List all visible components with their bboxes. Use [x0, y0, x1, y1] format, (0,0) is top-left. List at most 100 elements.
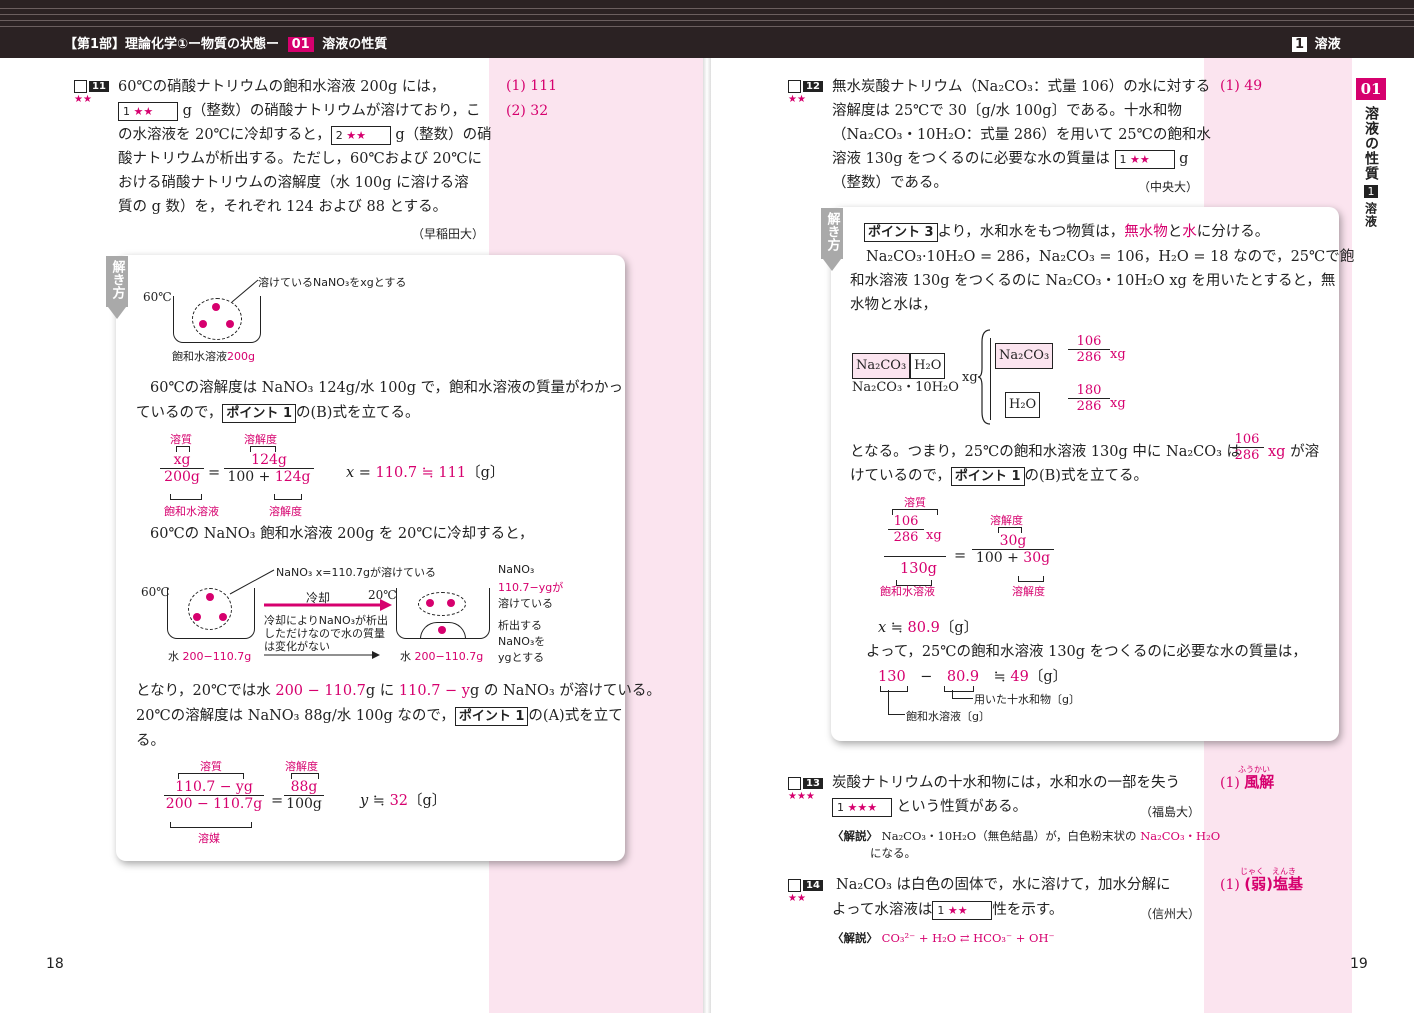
d1-dot [212, 303, 220, 311]
q11-blank2[interactable]: 2 ★★ [330, 125, 391, 145]
sol11-p4: となり，20℃では水 200 − 110.7g に 110.7 − yg の N… [136, 683, 661, 699]
split-frac2: 180 286 [1068, 383, 1110, 414]
q12-line3: （Na₂CO₃・10H₂O：式量 286）を用いて 25℃の飽和水 [832, 127, 1211, 143]
sidebar-chapter-title: 溶液の性質 [1363, 106, 1379, 181]
f1-equals: = [208, 465, 221, 481]
bracket [170, 822, 252, 828]
f2-top-label: 溶質 [200, 760, 222, 773]
d2-right-2: 110.7−ygが [498, 581, 564, 594]
point3-label: ポイント 3 [864, 223, 938, 242]
d2-cooling-arrow-icon [264, 599, 392, 611]
q14-line1: Na₂CO₃ は白色の固体で，水に溶けて，加水分解に [836, 877, 1171, 893]
sol11-p3: 60℃の NaNO₃ 飽和水溶液 200g を 20℃に冷却すると， [150, 526, 534, 542]
sol12-p4: 水物と水は， [850, 297, 937, 313]
d2-label1: NaNO₃ x=110.7gが溶けている [276, 566, 436, 579]
f1-bottom-label: 飽和水溶液 [164, 505, 219, 518]
point1-label: ポイント 1 [222, 404, 296, 423]
split-na2co3: Na₂CO₃ [995, 343, 1054, 369]
d2-right-4: 析出する [498, 619, 542, 632]
q12-line1: 無水炭酸ナトリウム（Na₂CO₃：式量 106）の水に対する [832, 79, 1211, 95]
sol12-p3: 和水溶液 130g をつくるのに Na₂CO₃・10H₂O xg を用いたとする… [850, 273, 1336, 289]
q14-stars: ★★ [788, 893, 806, 904]
f2-bottom-label: 溶媒 [198, 832, 220, 845]
d2-leader-line [229, 569, 275, 595]
d2-note: 冷却によりNaNO₃が析出しただけなので水の質量は変化がない [264, 614, 389, 653]
q11-blank1[interactable]: 1 ★★ [118, 101, 178, 121]
checkbox-icon [788, 79, 801, 93]
f2-result: y ≒ 32〔g〕 [360, 793, 447, 809]
sol11-p2: ているので， ポイント 1 の(B)式を立てる。 [136, 404, 420, 423]
calc-label-used: 用いた十水和物〔g〕 [974, 693, 1080, 706]
sidebar-section-num: 1 [1364, 185, 1378, 198]
sol12-result1: x ≒ 80.9〔g〕 [878, 620, 979, 636]
sol12-p7: よって，25℃の飽和水溶液 130g をつくるのに必要な水の質量は， [866, 644, 1307, 660]
f1-right-bottom-label: 溶解度 [269, 505, 302, 518]
header-right: 1 溶液 [1292, 33, 1341, 52]
point1-label: ポイント 1 [454, 707, 529, 726]
q14-answer: (1) (弱)塩基 [1220, 875, 1303, 893]
q14-source: （信州大） [1140, 907, 1201, 921]
checkbox-icon [74, 79, 87, 93]
leader-line [888, 690, 905, 715]
q11-line6: 質の g 数）を，それぞれ 124 および 88 とする。 [118, 199, 448, 215]
d1-dot [226, 320, 234, 328]
header-left: 【第1部】理論化学①ー物質の状態ー 01 溶液の性質 [64, 33, 387, 52]
page-header: 【第1部】理論化学①ー物質の状態ー 01 溶液の性質 1 溶液 [0, 0, 1414, 58]
split-frac1-x: xg [1110, 347, 1126, 362]
d2-dot [438, 626, 446, 634]
sidebar-section-title: 溶液 [1363, 202, 1378, 228]
d1-dot [199, 320, 207, 328]
q12-blank1[interactable]: 1 ★★ [1114, 149, 1175, 169]
book-gutter [703, 58, 711, 1013]
bracket [274, 494, 302, 500]
q11-answer1: (1) 111 [506, 78, 558, 94]
sol11-p6: る。 [136, 733, 165, 749]
q12-answer1: (1) 49 [1220, 78, 1263, 94]
page-number-right: 19 [1350, 956, 1368, 972]
q14-marker: 14 [788, 878, 823, 892]
header-part-title: 【第1部】理論化学①ー物質の状態ー [64, 37, 280, 52]
header-chapter-num: 01 [287, 37, 314, 52]
f3-inner-fraction: 106 286 [888, 514, 924, 545]
q11-answer2: (2) 32 [506, 103, 549, 119]
split-frac2-x: xg [1110, 396, 1126, 411]
f1-result: x = 110.7 ≒ 111〔g〕 [346, 465, 505, 481]
q14-line2: よって水溶液は 1 ★★ 性を示す。 [832, 900, 1064, 920]
d2-right-6: ygとする [498, 651, 545, 664]
f3-top-label: 溶質 [904, 496, 926, 509]
d2-temp1: 60℃ [141, 585, 170, 599]
q11-solution-tab: 解き方 [106, 256, 128, 319]
bracket [170, 494, 202, 500]
d2-right-5: NaNO₃を [498, 635, 546, 648]
q13-answer: (1) 風解 [1220, 773, 1275, 791]
d2-dot [219, 613, 227, 621]
split-frac1: 106 286 [1068, 334, 1110, 365]
sol11-p1: 60℃の溶解度は NaNO₃ 124g/水 100g で，飽和水溶液の質量がわか… [150, 380, 624, 396]
checkbox-icon [788, 776, 801, 790]
q13-marker: 13 [788, 776, 823, 790]
f3-inner-x: xg [926, 528, 942, 543]
point1-label: ポイント 1 [950, 467, 1025, 486]
q13-blank1[interactable]: 1 ★★★ [832, 797, 892, 817]
q11-solution-card [116, 255, 625, 861]
page-number-left: 18 [46, 956, 64, 972]
q12-marker: 12 [788, 79, 823, 93]
header-section-title: 溶液 [1314, 37, 1341, 52]
f2-right-fraction: 88g 100g [284, 779, 324, 812]
f3-equals: = [954, 548, 967, 564]
header-chapter-title: 溶液の性質 [322, 37, 388, 52]
f3-right-top-label: 溶解度 [990, 514, 1023, 527]
q12-stars: ★★ [788, 94, 806, 105]
d2-water2: 水 200−110.7g [400, 650, 484, 663]
q13-source: （福島大） [1140, 805, 1201, 819]
q11-line1: 60℃の硝酸ナトリウムの飽和水溶液 200g には， [118, 79, 446, 95]
sol12-p5: となる。つまり，25℃の飽和水溶液 130g 中に Na₂CO₃ は [850, 444, 1242, 460]
f1-top-label: 溶質 [170, 433, 192, 446]
d2-water1: 水 200−110.7g [168, 650, 252, 663]
leader-line [952, 690, 973, 699]
q11-line4: 酸ナトリウムが析出する。ただし，60℃および 20℃に [118, 151, 482, 167]
f2-equals: = [271, 793, 284, 809]
sol12-p2: Na₂CO₃·10H₂O = 286，Na₂CO₃ = 106，H₂O = 18… [866, 249, 1355, 265]
d2-dot [426, 599, 434, 607]
q14-blank1[interactable]: 1 ★★ [932, 900, 993, 920]
